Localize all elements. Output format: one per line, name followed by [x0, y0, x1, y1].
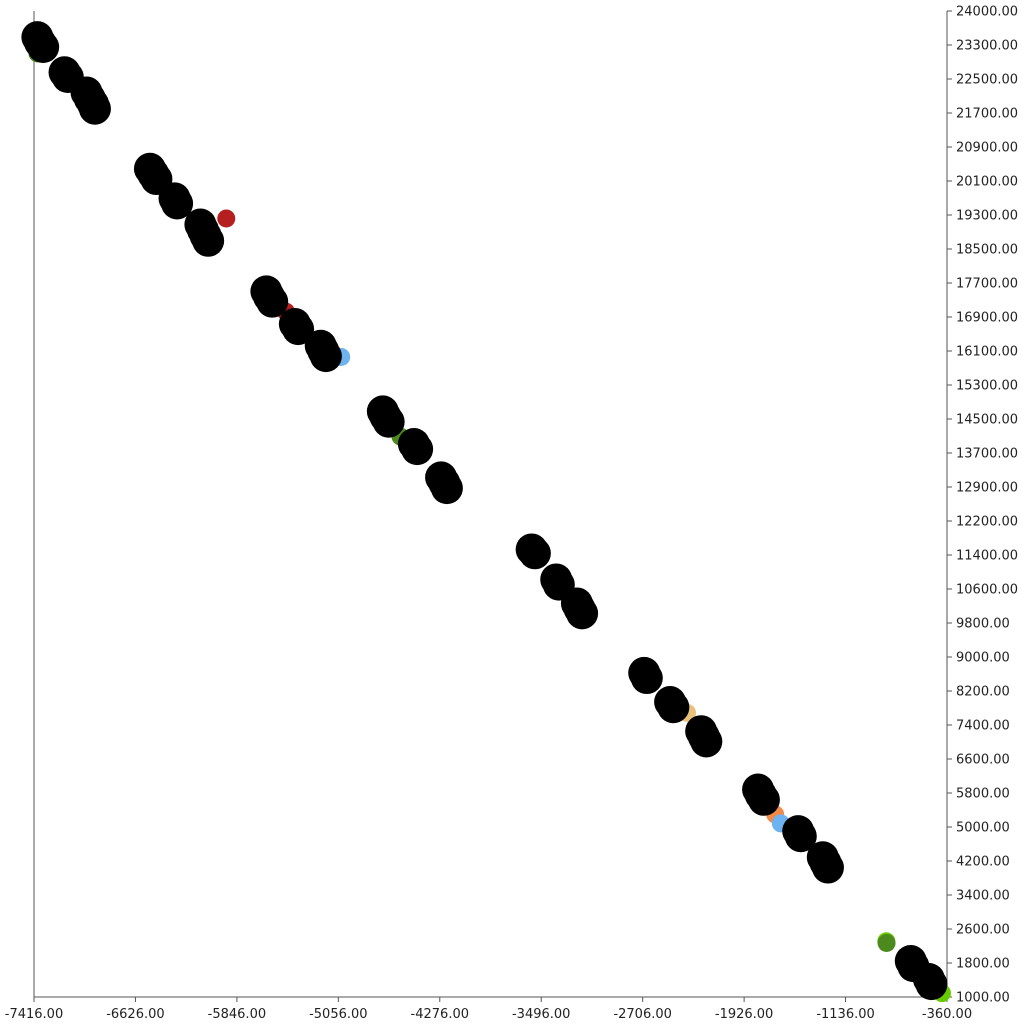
y-tick-label: 16900.00 — [956, 311, 1018, 326]
data-point-black — [372, 405, 405, 438]
y-tick-label: 5800.00 — [956, 787, 1010, 802]
x-tick-label: -4276.00 — [411, 1007, 469, 1022]
data-point-black — [690, 725, 723, 758]
y-tick-label: 3400.00 — [956, 889, 1010, 904]
y-tick-label: 20900.00 — [956, 141, 1018, 156]
y-axis: 24000.00 23300.00 22500.00 21700.00 20900.00… — [33, 5, 1018, 1006]
data-point-black — [401, 433, 434, 466]
data-point-black — [915, 968, 948, 1001]
y-tick-label: 17700.00 — [956, 277, 1018, 292]
x-tick-label: -3496.00 — [512, 1007, 570, 1022]
y-tick-label: 9000.00 — [956, 651, 1010, 666]
data-point-black — [630, 662, 663, 695]
y-tick-label: 6600.00 — [956, 753, 1010, 768]
y-tick-label: 22500.00 — [956, 73, 1018, 88]
x-tick-label: -6626.00 — [106, 1007, 164, 1022]
y-tick-label: 5000.00 — [956, 821, 1010, 836]
y-tick-label: 7400.00 — [956, 719, 1010, 734]
data-point — [217, 209, 236, 228]
data-point-black — [27, 31, 60, 64]
x-tick-label: -5056.00 — [309, 1007, 367, 1022]
data-point-black — [78, 92, 111, 125]
y-tick-label: 19300.00 — [956, 209, 1018, 224]
y-tick-label: 2600.00 — [956, 923, 1010, 938]
y-tick-label: 11400.00 — [956, 549, 1018, 564]
data-point-black — [566, 597, 599, 630]
data-point-black — [192, 224, 225, 257]
scatter-chart: -7416.00 -6626.00 -5846.00 -5056.00 -4276.00… — [5, 5, 1018, 1023]
x-tick-label: -7416.00 — [5, 1007, 63, 1022]
data-point-black — [518, 537, 551, 570]
y-tick-label: 13700.00 — [956, 447, 1018, 462]
data-point-black — [309, 340, 342, 373]
y-tick-label: 20100.00 — [956, 175, 1018, 190]
x-tick-label: -1136.00 — [816, 1007, 874, 1022]
y-tick-label: 9800.00 — [956, 617, 1010, 632]
y-tick-label: 1800.00 — [956, 957, 1010, 972]
y-tick-label: 23300.00 — [956, 39, 1018, 54]
x-tick-label: -1926.00 — [715, 1007, 773, 1022]
y-tick-label: 16100.00 — [956, 345, 1018, 360]
y-tick-label: 12900.00 — [956, 481, 1018, 496]
data-point-black — [811, 851, 844, 884]
y-tick-label: 1000.00 — [956, 991, 1010, 1006]
data-point-black — [657, 691, 690, 724]
black-points — [21, 21, 948, 1001]
y-tick-label: 18500.00 — [956, 243, 1018, 258]
y-tick-label: 10600.00 — [956, 583, 1018, 598]
y-tick-label: 8200.00 — [956, 685, 1010, 700]
y-tick-label: 12200.00 — [956, 515, 1018, 530]
x-tick-label: -2706.00 — [613, 1007, 671, 1022]
y-tick-label: 24000.00 — [956, 5, 1018, 20]
data-point — [877, 933, 896, 952]
y-tick-label: 21700.00 — [956, 107, 1018, 122]
data-point-black — [747, 783, 780, 816]
y-tick-label: 15300.00 — [956, 379, 1018, 394]
x-tick-label: -360.00 — [922, 1007, 972, 1022]
x-axis: -7416.00 -6626.00 -5846.00 -5056.00 -4276.00… — [5, 996, 972, 1022]
data-point-black — [430, 472, 463, 505]
y-tick-label: 14500.00 — [956, 413, 1018, 428]
y-tick-label: 4200.00 — [956, 855, 1010, 870]
x-tick-label: -5846.00 — [208, 1007, 266, 1022]
